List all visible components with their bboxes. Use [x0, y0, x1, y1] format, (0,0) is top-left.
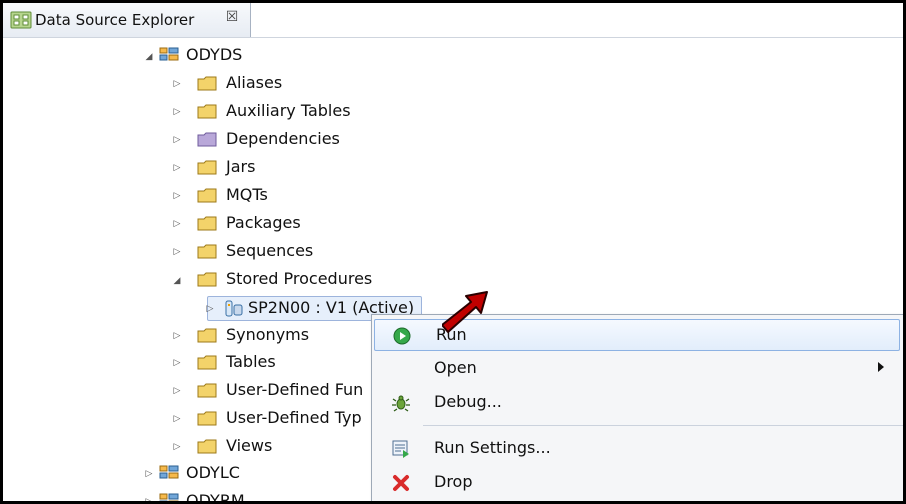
menu-separator — [423, 425, 903, 426]
tree-node-odyds[interactable]: ◢ ODYDS — [141, 43, 441, 67]
menu-item-open[interactable]: Open — [372, 353, 903, 385]
drop-red-x-icon — [393, 475, 409, 491]
collapse-triangle-icon[interactable]: ▷ — [144, 497, 154, 501]
folder-stored-procedures[interactable]: ◢ Stored Procedures — [169, 267, 469, 291]
folder-sequences[interactable]: ▷ Sequences — [169, 239, 469, 263]
run-settings-icon — [392, 440, 409, 458]
tree-node-label: ODYRM — [186, 491, 245, 504]
collapse-triangle-icon[interactable]: ▷ — [172, 163, 182, 173]
folder-label: Aliases — [226, 73, 283, 92]
collapse-triangle-icon[interactable]: ▷ — [172, 135, 182, 145]
collapse-triangle-icon[interactable]: ▷ — [172, 331, 182, 341]
database-node-icon — [159, 465, 179, 479]
folder-label: User-Defined Typ — [226, 408, 362, 427]
annotation-arrow-icon — [442, 291, 488, 333]
folder-label: Packages — [226, 213, 301, 232]
run-icon — [393, 327, 411, 345]
collapse-triangle-icon[interactable]: ▷ — [172, 442, 182, 452]
folder-label: MQTs — [226, 185, 268, 204]
folder-icon — [197, 244, 217, 259]
tab-title: Data Source Explorer — [35, 11, 195, 29]
database-node-icon — [159, 47, 179, 61]
debug-bug-icon — [392, 395, 410, 412]
menu-item-run-settings[interactable]: Run Settings... — [372, 433, 903, 465]
stored-procedure-icon — [225, 300, 243, 317]
expand-triangle-icon[interactable]: ◢ — [172, 276, 182, 286]
folder-dependencies[interactable]: ▷ Dependencies — [169, 127, 469, 151]
close-icon[interactable]: ☒ — [224, 9, 240, 25]
tree-node-label: ODYLC — [186, 463, 240, 482]
folder-label: Stored Procedures — [226, 269, 373, 288]
context-menu: Run Open Debug... Run Settings... Drop — [371, 314, 903, 501]
data-source-explorer-tab[interactable]: Data Source Explorer ☒ — [3, 3, 251, 37]
view-tab-bar: Data Source Explorer ☒ — [3, 3, 903, 38]
collapse-triangle-icon[interactable]: ▷ — [172, 107, 182, 117]
folder-icon — [197, 411, 217, 426]
collapse-triangle-icon[interactable]: ▷ — [144, 469, 154, 479]
menu-item-label: Open — [434, 358, 477, 377]
folder-label: Sequences — [226, 241, 314, 260]
folder-label: Views — [226, 436, 273, 455]
purple-folder-icon — [197, 132, 217, 147]
folder-user-defined-types[interactable]: ▷ User-Defined Typ — [169, 406, 369, 430]
folder-user-defined-functions[interactable]: ▷ User-Defined Fun — [169, 378, 369, 402]
folder-auxiliary-tables[interactable]: ▷ Auxiliary Tables — [169, 99, 469, 123]
folder-icon — [197, 160, 217, 175]
folder-label: Dependencies — [226, 129, 340, 148]
tree-node-label: ODYDS — [186, 45, 243, 64]
folder-icon — [197, 439, 217, 454]
collapse-triangle-icon[interactable]: ▷ — [172, 358, 182, 368]
folder-label: Tables — [226, 352, 276, 371]
tree-node-odyrm[interactable]: ▷ ODYRM — [141, 489, 361, 504]
menu-item-label: Run Settings... — [434, 438, 551, 457]
menu-item-label: Debug... — [434, 392, 502, 411]
folder-icon — [197, 216, 217, 231]
folder-icon — [197, 76, 217, 91]
data-source-explorer-icon — [10, 11, 32, 29]
folder-mqts[interactable]: ▷ MQTs — [169, 183, 469, 207]
folder-icon — [197, 328, 217, 343]
folder-label: Jars — [226, 157, 256, 176]
folder-jars[interactable]: ▷ Jars — [169, 155, 469, 179]
menu-item-label: Drop — [434, 472, 473, 491]
database-node-icon — [159, 493, 179, 501]
folder-icon — [197, 104, 217, 119]
menu-item-debug[interactable]: Debug... — [372, 387, 903, 419]
folder-aliases[interactable]: ▷ Aliases — [169, 71, 469, 95]
folder-label: Auxiliary Tables — [226, 101, 351, 120]
tree-node-odylc[interactable]: ▷ ODYLC — [141, 461, 361, 485]
folder-packages[interactable]: ▷ Packages — [169, 211, 469, 235]
folder-icon — [197, 383, 217, 398]
data-source-explorer-view: Data Source Explorer ☒ ◢ ODYDS ▷ Aliases… — [0, 0, 906, 504]
collapse-triangle-icon[interactable]: ▷ — [172, 247, 182, 257]
collapse-triangle-icon[interactable]: ▷ — [172, 386, 182, 396]
menu-item-drop[interactable]: Drop — [372, 467, 903, 499]
folder-icon — [197, 188, 217, 203]
collapse-triangle-icon[interactable]: ▷ — [172, 79, 182, 89]
collapse-triangle-icon[interactable]: ▷ — [172, 219, 182, 229]
expand-triangle-icon[interactable]: ◢ — [144, 52, 154, 62]
folder-icon — [197, 272, 217, 287]
collapse-triangle-icon[interactable]: ▷ — [172, 414, 182, 424]
submenu-arrow-icon — [878, 362, 884, 372]
collapse-triangle-icon[interactable]: ▷ — [172, 191, 182, 201]
folder-label: Synonyms — [226, 325, 310, 344]
folder-label: User-Defined Fun — [226, 380, 364, 399]
folder-icon — [197, 355, 217, 370]
folder-views[interactable]: ▷ Views — [169, 434, 369, 458]
collapse-triangle-icon[interactable]: ▷ — [205, 304, 215, 314]
